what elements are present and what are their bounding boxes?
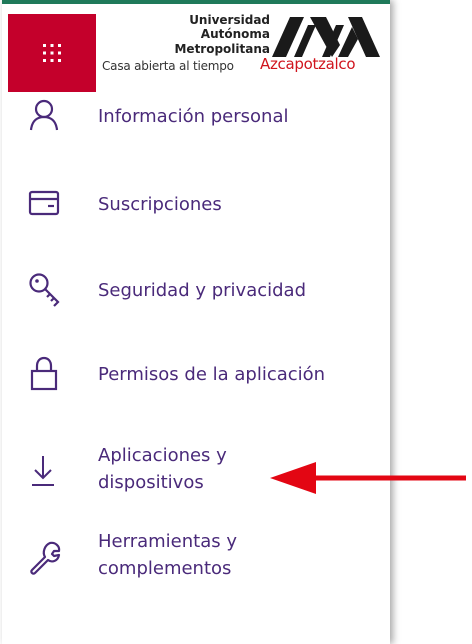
menu-item-label: Información personal — [98, 106, 289, 127]
logo-text-universidad: Universidad — [189, 13, 270, 27]
menu-item-tools-addins[interactable]: Herramientas y complementos — [2, 526, 382, 588]
menu-item-label-line2: complementos — [98, 558, 232, 579]
uam-emblem-icon — [270, 13, 384, 63]
menu-item-label-line1: Aplicaciones y — [98, 445, 227, 466]
menu-item-security-privacy[interactable]: Seguridad y privacidad — [2, 270, 382, 314]
logo-tagline: Casa abierta al tiempo — [102, 59, 234, 73]
menu-item-label: Suscripciones — [98, 194, 222, 215]
logo-text-metropolitana: Metropolitana — [174, 42, 270, 56]
app-launcher-button[interactable] — [8, 14, 96, 92]
menu-item-label: Permisos de la aplicación — [98, 364, 326, 385]
header-bar: Universidad Autónoma Metropolitana Casa … — [8, 4, 388, 92]
credit-card-icon — [28, 186, 64, 222]
key-icon — [28, 272, 64, 308]
red-arrow-icon — [270, 452, 470, 504]
download-icon — [28, 454, 64, 490]
menu-item-label-line1: Herramientas y — [98, 531, 237, 552]
menu-item-app-permissions[interactable]: Permisos de la aplicación — [2, 354, 382, 398]
wrench-icon — [28, 540, 64, 576]
menu-item-personal-info[interactable]: Información personal — [2, 96, 382, 140]
menu-item-label-line2: dispositivos — [98, 472, 204, 493]
lock-icon — [28, 356, 64, 392]
person-icon — [28, 98, 64, 134]
navigation-panel: Universidad Autónoma Metropolitana Casa … — [2, 0, 390, 644]
waffle-icon — [41, 42, 63, 64]
menu-item-label: Seguridad y privacidad — [98, 280, 307, 301]
university-logo[interactable]: Universidad Autónoma Metropolitana Casa … — [100, 8, 388, 92]
menu-item-subscriptions[interactable]: Suscripciones — [2, 184, 382, 228]
logo-text-autonoma: Autónoma — [200, 27, 270, 41]
